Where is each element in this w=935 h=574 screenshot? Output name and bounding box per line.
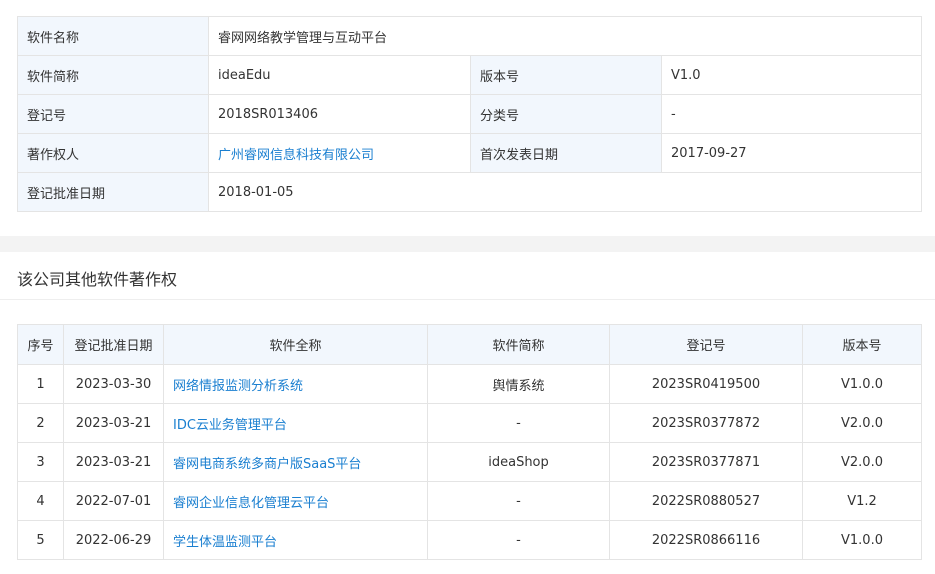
row-full-name-cell: IDC云业务管理平台	[163, 403, 428, 443]
owner-link[interactable]: 广州睿网信息科技有限公司	[218, 148, 374, 163]
approval-date-label: 登记批准日期	[17, 172, 209, 212]
row-approval-date: 2023-03-30	[63, 364, 164, 404]
row-approval-date: 2022-06-29	[63, 520, 164, 560]
col-header-index: 序号	[17, 324, 64, 365]
table-row: 1 2023-03-30 网络情报监测分析系统 舆情系统 2023SR04195…	[17, 364, 922, 404]
category-label: 分类号	[470, 94, 662, 134]
row-short-name: ideaShop	[427, 442, 610, 482]
row-full-name-cell: 学生体温监测平台	[163, 520, 428, 560]
row-approval-date: 2023-03-21	[63, 403, 164, 443]
col-header-short-name: 软件简称	[427, 324, 610, 365]
category-value: -	[661, 94, 922, 134]
software-name-label: 软件名称	[17, 16, 209, 56]
section-divider	[0, 299, 935, 300]
row-reg-number: 2022SR0880527	[609, 481, 803, 521]
row-version: V1.2	[802, 481, 922, 521]
info-row-regno: 登记号 2018SR013406 分类号 -	[17, 94, 922, 134]
software-link[interactable]: 睿网企业信息化管理云平台	[173, 496, 329, 511]
software-info-card: 软件名称 睿网网络教学管理与互动平台 软件简称 ideaEdu 版本号 V1.0…	[0, 0, 935, 236]
info-row-short: 软件简称 ideaEdu 版本号 V1.0	[17, 55, 922, 95]
row-index: 1	[17, 364, 64, 404]
info-row-name: 软件名称 睿网网络教学管理与互动平台	[17, 16, 922, 56]
row-version: V1.0.0	[802, 520, 922, 560]
row-reg-number: 2023SR0377872	[609, 403, 803, 443]
approval-date-value: 2018-01-05	[208, 172, 922, 212]
first-publish-value: 2017-09-27	[661, 133, 922, 173]
section-title: 该公司其他软件著作权	[17, 270, 178, 289]
software-link[interactable]: 睿网电商系统多商户版SaaS平台	[173, 457, 361, 472]
other-software-table: 序号 登记批准日期 软件全称 软件简称 登记号 版本号 1 2023-03-30…	[17, 324, 922, 560]
version-label: 版本号	[470, 55, 662, 95]
row-version: V2.0.0	[802, 442, 922, 482]
row-index: 2	[17, 403, 64, 443]
table-header-row: 序号 登记批准日期 软件全称 软件简称 登记号 版本号	[17, 324, 922, 365]
table-row: 2 2023-03-21 IDC云业务管理平台 - 2023SR0377872 …	[17, 403, 922, 443]
info-row-owner: 著作权人 广州睿网信息科技有限公司 首次发表日期 2017-09-27	[17, 133, 922, 173]
col-header-approval-date: 登记批准日期	[63, 324, 164, 365]
col-header-reg-number: 登记号	[609, 324, 803, 365]
row-full-name-cell: 睿网企业信息化管理云平台	[163, 481, 428, 521]
row-full-name-cell: 网络情报监测分析系统	[163, 364, 428, 404]
row-approval-date: 2022-07-01	[63, 481, 164, 521]
software-info-table: 软件名称 睿网网络教学管理与互动平台 软件简称 ideaEdu 版本号 V1.0…	[17, 16, 922, 212]
table-row: 4 2022-07-01 睿网企业信息化管理云平台 - 2022SR088052…	[17, 481, 922, 521]
first-publish-label: 首次发表日期	[470, 133, 662, 173]
owner-label: 著作权人	[17, 133, 209, 173]
col-header-full-name: 软件全称	[163, 324, 428, 365]
software-link[interactable]: IDC云业务管理平台	[173, 418, 287, 433]
software-link[interactable]: 网络情报监测分析系统	[173, 379, 303, 394]
row-reg-number: 2022SR0866116	[609, 520, 803, 560]
row-reg-number: 2023SR0419500	[609, 364, 803, 404]
owner-cell: 广州睿网信息科技有限公司	[208, 133, 471, 173]
row-short-name: -	[427, 403, 610, 443]
reg-number-label: 登记号	[17, 94, 209, 134]
info-row-approval: 登记批准日期 2018-01-05	[17, 172, 922, 212]
row-short-name: 舆情系统	[427, 364, 610, 404]
row-full-name-cell: 睿网电商系统多商户版SaaS平台	[163, 442, 428, 482]
row-short-name: -	[427, 481, 610, 521]
row-index: 3	[17, 442, 64, 482]
short-name-value: ideaEdu	[208, 55, 471, 95]
software-link[interactable]: 学生体温监测平台	[173, 535, 277, 550]
row-short-name: -	[427, 520, 610, 560]
software-name-value: 睿网网络教学管理与互动平台	[208, 16, 922, 56]
version-value: V1.0	[661, 55, 922, 95]
row-version: V1.0.0	[802, 364, 922, 404]
row-index: 5	[17, 520, 64, 560]
row-version: V2.0.0	[802, 403, 922, 443]
row-reg-number: 2023SR0377871	[609, 442, 803, 482]
row-approval-date: 2023-03-21	[63, 442, 164, 482]
row-index: 4	[17, 481, 64, 521]
table-row: 5 2022-06-29 学生体温监测平台 - 2022SR0866116 V1…	[17, 520, 922, 560]
table-row: 3 2023-03-21 睿网电商系统多商户版SaaS平台 ideaShop 2…	[17, 442, 922, 482]
short-name-label: 软件简称	[17, 55, 209, 95]
col-header-version: 版本号	[802, 324, 922, 365]
reg-number-value: 2018SR013406	[208, 94, 471, 134]
